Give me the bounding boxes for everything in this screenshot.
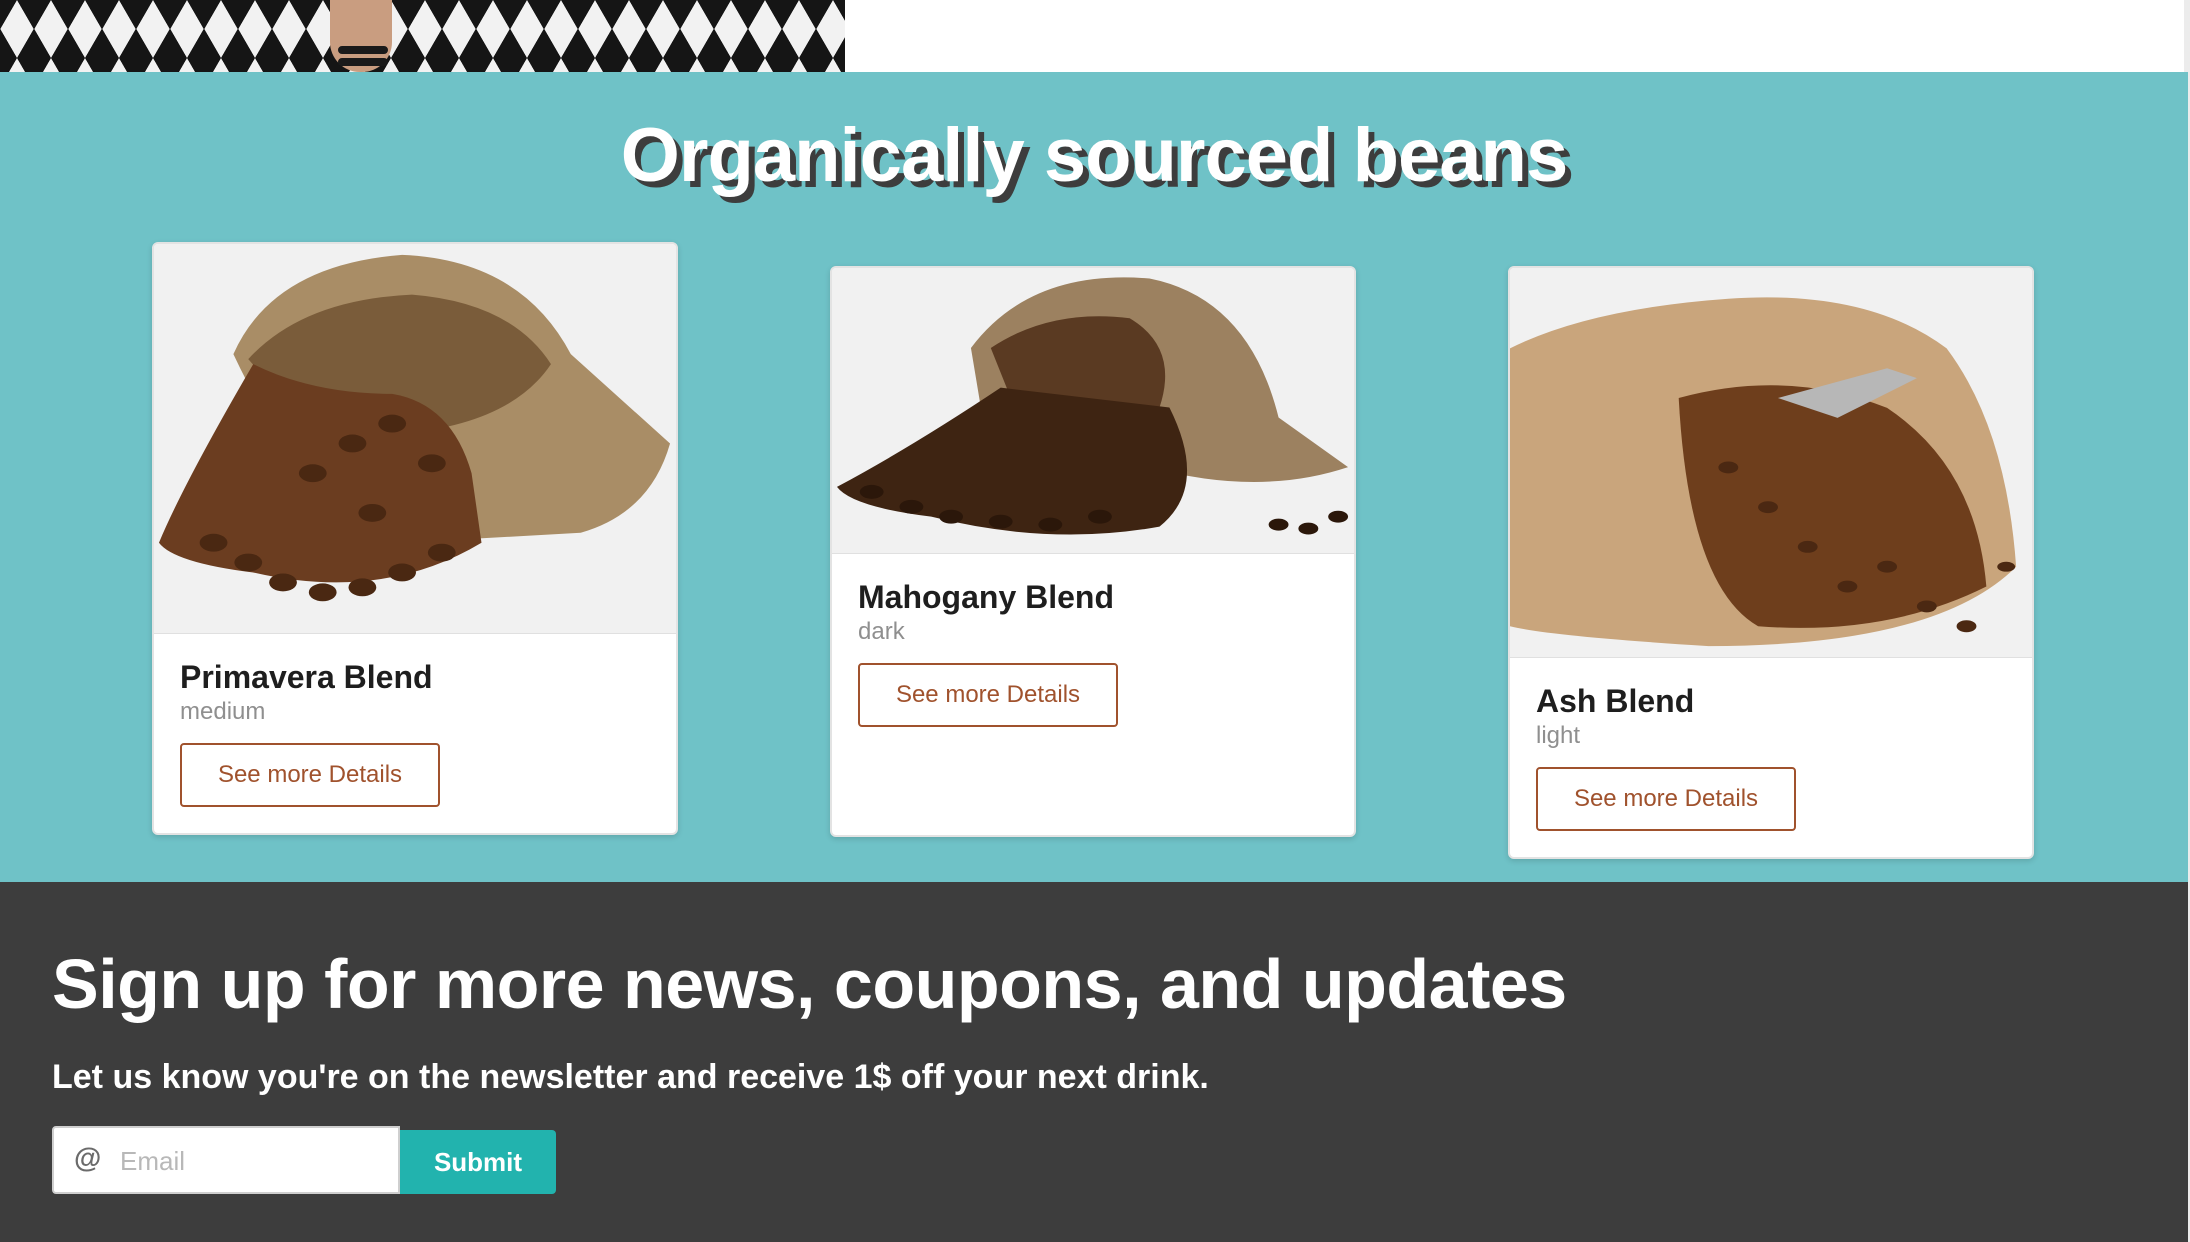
see-more-details-button[interactable]: See more Details [858, 663, 1118, 727]
product-card-primavera: Primavera Blend medium See more Details [152, 242, 678, 835]
top-strip [0, 0, 2190, 72]
coffee-sack-image [1510, 268, 2032, 658]
section-title: Organically sourced beans [620, 113, 1569, 198]
card-roast-label: medium [180, 698, 266, 725]
at-sign-icon: @ [74, 1142, 102, 1173]
email-field[interactable]: @ [52, 1126, 400, 1194]
card-roast-label: light [1536, 722, 1581, 749]
see-more-details-button[interactable]: See more Details [1536, 767, 1796, 831]
newsletter-title: Sign up for more news, coupons, and upda… [52, 945, 1567, 1023]
product-card-ash: Ash Blend light See more Details [1508, 266, 2034, 859]
beans-section: Organically sourced beans Primavera Blen… [0, 72, 2188, 882]
card-title: Ash Blend [1536, 683, 1695, 719]
card-title: Primavera Blend [180, 659, 433, 695]
coffee-sack-image [154, 244, 676, 634]
email-input[interactable] [120, 1140, 390, 1182]
submit-button[interactable]: Submit [400, 1130, 556, 1194]
coffee-sack-image [832, 268, 1354, 554]
product-card-mahogany: Mahogany Blend dark See more Details [830, 266, 1356, 837]
see-more-details-button[interactable]: See more Details [180, 743, 440, 807]
hero-bracelet [338, 46, 388, 54]
newsletter-section: Sign up for more news, coupons, and upda… [0, 882, 2188, 1242]
hero-photo [0, 0, 845, 72]
card-roast-label: dark [858, 618, 905, 645]
newsletter-subtitle: Let us know you're on the newsletter and… [52, 1058, 1209, 1096]
card-spacer [858, 727, 1328, 809]
card-title: Mahogany Blend [858, 579, 1115, 615]
hero-bracelet [338, 58, 388, 66]
